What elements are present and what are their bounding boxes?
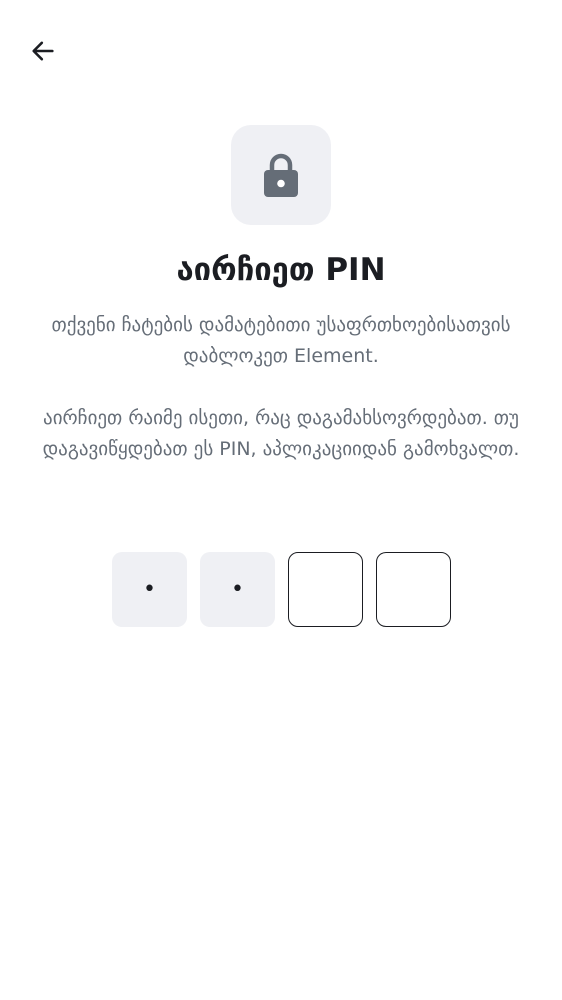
pin-digit-3[interactable] — [288, 552, 363, 627]
arrow-left-icon — [32, 41, 54, 61]
back-button[interactable] — [22, 30, 64, 72]
page-title: აირჩიეთ PIN — [176, 252, 386, 288]
lock-icon-tile — [231, 125, 331, 225]
pin-input[interactable]: • • — [112, 552, 451, 627]
lock-icon — [264, 153, 298, 197]
description-text: თქვენი ჩატების დამატებითი უსაფრთხოებისათ… — [51, 314, 511, 367]
pin-digit-4[interactable] — [376, 552, 451, 627]
description-warning-text: აირჩიეთ რაიმე ისეთი, რაც დაგამახსოვრდება… — [42, 407, 520, 460]
pin-digit-1[interactable]: • — [112, 552, 187, 627]
pin-digit-2[interactable]: • — [200, 552, 275, 627]
